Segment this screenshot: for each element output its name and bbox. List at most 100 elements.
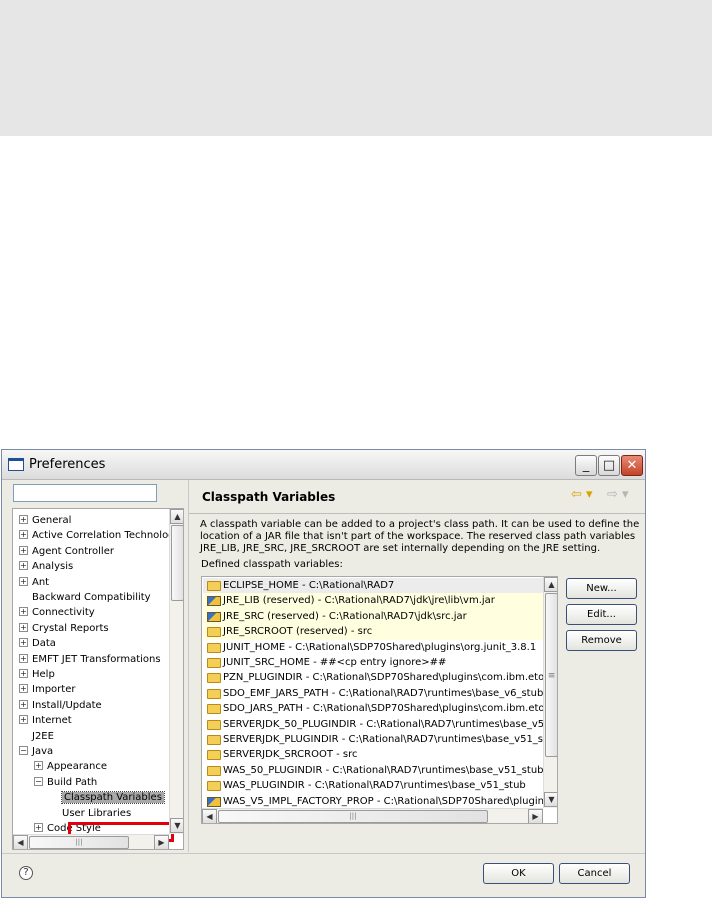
folder-icon bbox=[207, 658, 221, 668]
scroll-thumb-horizontal[interactable]: ||| bbox=[29, 836, 129, 849]
variable-row[interactable]: PZN_PLUGINDIR - C:\Rational\SDP70Shared\… bbox=[203, 670, 543, 686]
tree-horizontal-scrollbar[interactable]: ◀ ||| ▶ bbox=[13, 834, 169, 849]
variable-row[interactable]: JRE_SRCROOT (reserved) - src bbox=[203, 624, 543, 641]
expand-icon[interactable]: + bbox=[19, 545, 28, 555]
variable-row[interactable]: SDO_JARS_PATH - C:\Rational\SDP70Shared\… bbox=[203, 701, 543, 717]
variable-row[interactable]: WAS_V5_IMPL_FACTORY_PROP - C:\Rational\S… bbox=[203, 794, 543, 808]
variable-row[interactable]: WAS_PLUGINDIR - C:\Rational\RAD7\runtime… bbox=[203, 778, 543, 794]
collapse-icon[interactable]: − bbox=[34, 776, 43, 786]
list-horizontal-scrollbar[interactable]: ◀ ||| ▶ bbox=[202, 808, 543, 823]
new-button[interactable]: New... bbox=[566, 578, 637, 599]
variable-row[interactable]: SERVERJDK_PLUGINDIR - C:\Rational\RAD7\r… bbox=[203, 732, 543, 748]
ok-button[interactable]: OK bbox=[483, 863, 554, 884]
tree-vertical-scrollbar[interactable]: ▲ ▼ bbox=[169, 509, 183, 834]
variable-row[interactable]: SDO_EMF_JARS_PATH - C:\Rational\RAD7\run… bbox=[203, 686, 543, 702]
scroll-thumb[interactable] bbox=[171, 525, 183, 601]
list-vertical-scrollbar[interactable]: ▲ ≡ ▼ bbox=[543, 577, 557, 808]
tree-item[interactable]: + Install/Update bbox=[19, 698, 102, 713]
scroll-thumb[interactable]: ≡ bbox=[545, 593, 557, 757]
expand-icon[interactable]: + bbox=[34, 761, 43, 771]
tree-item[interactable]: J2EE bbox=[19, 729, 54, 744]
scroll-down-button[interactable]: ▼ bbox=[170, 818, 183, 833]
variable-text: WAS_V5_IMPL_FACTORY_PROP - C:\Rational\S… bbox=[223, 795, 543, 807]
button-bar-separator bbox=[2, 853, 645, 854]
remove-button[interactable]: Remove bbox=[566, 630, 637, 651]
variable-text: SERVERJDK_PLUGINDIR - C:\Rational\RAD7\r… bbox=[223, 734, 543, 745]
expand-icon[interactable]: + bbox=[19, 638, 28, 648]
expand-icon[interactable]: + bbox=[19, 669, 28, 678]
tree-item-label: Analysis bbox=[32, 561, 74, 573]
expand-icon[interactable]: + bbox=[19, 684, 28, 694]
variable-row[interactable]: JUNIT_HOME - C:\Rational\SDP70Shared\plu… bbox=[203, 640, 543, 656]
close-button[interactable]: ✕ bbox=[621, 455, 643, 476]
folder-icon bbox=[207, 750, 221, 761]
scroll-left-button[interactable]: ◀ bbox=[202, 809, 217, 823]
dialog-title: Preferences bbox=[29, 457, 106, 472]
scroll-up-button[interactable]: ▲ bbox=[544, 577, 557, 592]
expand-icon[interactable]: + bbox=[19, 622, 28, 632]
maximize-button[interactable]: □ bbox=[598, 455, 620, 476]
edit-button[interactable]: Edit... bbox=[566, 604, 637, 625]
tree-item[interactable]: + EMFT JET Transformations bbox=[19, 652, 161, 667]
title-bar[interactable]: Preferences _ □ ✕ bbox=[2, 450, 645, 480]
scroll-thumb-horizontal[interactable]: ||| bbox=[218, 810, 488, 823]
tree-item[interactable]: + Ant bbox=[19, 575, 49, 590]
expand-icon[interactable]: + bbox=[19, 715, 28, 725]
page-title: Classpath Variables bbox=[202, 490, 336, 504]
tree-item[interactable]: + Crystal Reports bbox=[19, 621, 109, 636]
tree-item[interactable]: + Data bbox=[19, 636, 56, 651]
help-icon[interactable]: ? bbox=[19, 866, 33, 880]
tree-item[interactable]: + Analysis bbox=[19, 559, 73, 574]
expand-icon[interactable]: + bbox=[19, 530, 28, 540]
folder-icon bbox=[207, 735, 221, 745]
variable-text: ECLIPSE_HOME - C:\Rational\RAD7 bbox=[223, 580, 395, 591]
variable-row[interactable]: WAS_50_PLUGINDIR - C:\Rational\RAD7\runt… bbox=[203, 763, 543, 779]
expand-icon[interactable]: + bbox=[19, 515, 28, 524]
folder-icon bbox=[207, 673, 221, 684]
scroll-right-button[interactable]: ▶ bbox=[528, 809, 543, 823]
variable-row[interactable]: SERVERJDK_SRCROOT - src bbox=[203, 747, 543, 763]
tree-item[interactable]: Classpath Variables bbox=[49, 790, 165, 805]
tree-item[interactable]: + Appearance bbox=[34, 759, 107, 774]
variable-text: SERVERJDK_SRCROOT - src bbox=[223, 749, 358, 761]
variable-text: WAS_PLUGINDIR - C:\Rational\RAD7\runtime… bbox=[223, 780, 526, 792]
expand-icon[interactable]: + bbox=[19, 653, 28, 663]
tree-item[interactable]: − Build Path bbox=[34, 775, 97, 790]
variable-row[interactable]: JRE_LIB (reserved) - C:\Rational\RAD7\jd… bbox=[203, 593, 543, 610]
minimize-button[interactable]: _ bbox=[575, 455, 597, 476]
scroll-left-button[interactable]: ◀ bbox=[13, 835, 28, 849]
folder-icon bbox=[207, 688, 221, 699]
tree-item[interactable]: + Help bbox=[19, 667, 55, 682]
tree-item[interactable]: Backward Compatibility bbox=[19, 590, 151, 605]
tree-item-label: J2EE bbox=[32, 730, 54, 742]
tree-item[interactable]: + Connectivity bbox=[19, 605, 95, 620]
tree-item[interactable]: + Internet bbox=[19, 713, 72, 728]
folder-icon bbox=[207, 642, 221, 653]
tree-item[interactable]: User Libraries bbox=[49, 806, 131, 821]
tree-item[interactable]: − Java bbox=[19, 744, 53, 759]
expand-icon[interactable]: + bbox=[19, 699, 28, 709]
scroll-up-button[interactable]: ▲ bbox=[170, 509, 183, 524]
variable-row[interactable]: ECLIPSE_HOME - C:\Rational\RAD7 bbox=[203, 578, 543, 594]
variable-row[interactable]: SERVERJDK_50_PLUGINDIR - C:\Rational\RAD… bbox=[203, 717, 543, 733]
tree-item[interactable]: + Agent Controller bbox=[19, 544, 114, 559]
expand-icon[interactable]: + bbox=[19, 607, 28, 617]
variable-text: SDO_EMF_JARS_PATH - C:\Rational\RAD7\run… bbox=[223, 687, 543, 699]
forward-arrow-icon[interactable]: ⇨ ▾ bbox=[607, 487, 639, 503]
scroll-right-button[interactable]: ▶ bbox=[154, 835, 169, 849]
back-arrow-icon[interactable]: ⇦ ▾ bbox=[571, 487, 603, 503]
filter-input[interactable] bbox=[13, 484, 157, 502]
collapse-icon[interactable]: − bbox=[19, 746, 28, 755]
expand-icon[interactable]: + bbox=[19, 576, 28, 586]
variable-row[interactable]: JRE_SRC (reserved) - C:\Rational\RAD7\jd… bbox=[203, 608, 543, 625]
tree-item-label: Agent Controller bbox=[32, 545, 114, 557]
tree-item[interactable]: + Active Correlation Technology bbox=[19, 528, 169, 543]
tree-item[interactable]: + Importer bbox=[19, 682, 75, 697]
expand-icon[interactable]: + bbox=[19, 561, 28, 571]
scroll-down-button[interactable]: ▼ bbox=[544, 792, 557, 807]
tree-item[interactable]: + General bbox=[19, 513, 71, 528]
variable-row[interactable]: JUNIT_SRC_HOME - ##<cp entry ignore>## bbox=[203, 655, 543, 671]
folder-icon bbox=[207, 765, 221, 776]
cancel-button[interactable]: Cancel bbox=[559, 863, 630, 884]
expand-icon[interactable]: + bbox=[34, 823, 43, 832]
